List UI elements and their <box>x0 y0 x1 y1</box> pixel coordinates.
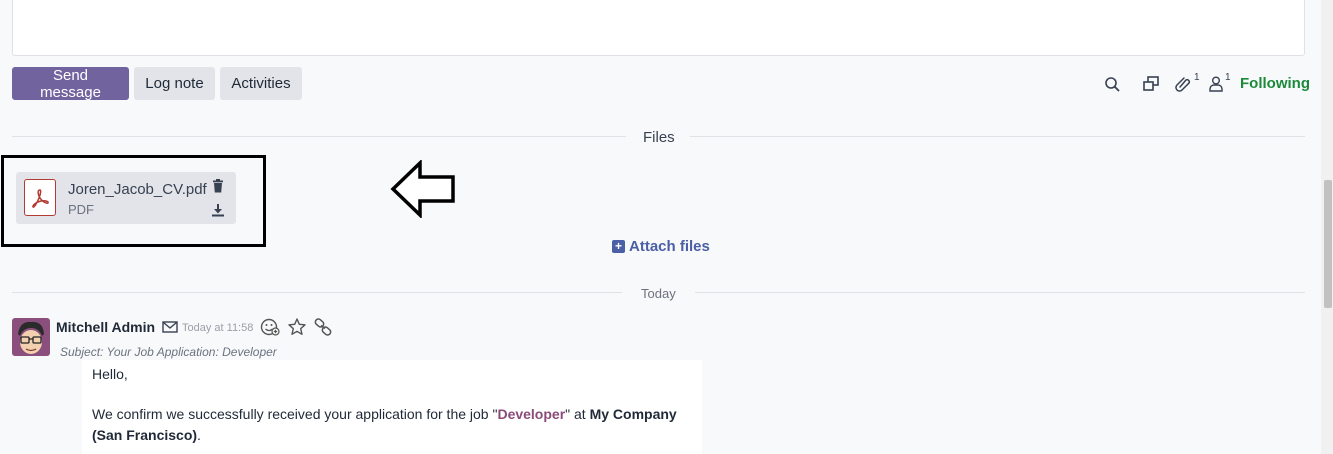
follower-icon[interactable] <box>1205 73 1227 95</box>
date-separator-right <box>695 292 1305 293</box>
date-separator-label: Today <box>641 286 676 301</box>
trash-icon[interactable] <box>210 178 226 194</box>
search-icon[interactable] <box>1101 73 1123 95</box>
paperclip-icon[interactable] <box>1172 73 1194 95</box>
message-author[interactable]: Mitchell Admin <box>56 319 155 335</box>
activities-button[interactable]: Activities <box>220 67 302 100</box>
attachment-card[interactable]: Joren_Jacob_CV.pdf PDF <box>16 172 236 224</box>
message-time: Today at 11:58 <box>182 322 254 334</box>
files-separator-right <box>690 136 1305 137</box>
log-note-button[interactable]: Log note <box>134 67 215 100</box>
following-button[interactable]: Following <box>1240 75 1310 92</box>
attach-files-label: Attach files <box>629 238 710 255</box>
message-text-end: . <box>197 427 201 443</box>
add-reaction-icon[interactable] <box>260 317 280 337</box>
files-separator-left <box>12 136 626 137</box>
message-text-mid: " at <box>565 406 590 422</box>
followers-count: 1 <box>1225 72 1231 83</box>
scrollbar[interactable] <box>1321 0 1333 454</box>
star-icon[interactable] <box>287 317 307 337</box>
date-separator-left <box>12 292 622 293</box>
message-text: We confirm we successfully received your… <box>92 404 692 446</box>
download-icon[interactable] <box>210 202 226 218</box>
attachments-count: 1 <box>1194 72 1200 83</box>
job-link[interactable]: Developer <box>497 406 565 422</box>
message-composer-input[interactable] <box>12 0 1305 56</box>
pdf-file-icon <box>24 179 56 216</box>
send-message-button[interactable]: Send message <box>12 67 129 101</box>
message-text-start: We confirm we successfully received your… <box>92 406 498 422</box>
scrollbar-thumb[interactable] <box>1324 180 1332 308</box>
message-subject: Subject: Your Job Application: Developer <box>60 345 277 359</box>
expand-window-icon[interactable] <box>1140 73 1162 95</box>
message-body: Hello, We confirm we successfully receiv… <box>82 360 702 454</box>
message-greeting: Hello, <box>92 366 128 382</box>
envelope-icon <box>162 320 178 334</box>
avatar[interactable] <box>12 318 50 356</box>
files-section-title: Files <box>643 129 675 146</box>
left-arrow-annotation <box>390 158 456 220</box>
attach-files-button[interactable]: + Attach files <box>612 238 710 255</box>
attachment-name: Joren_Jacob_CV.pdf <box>68 181 207 198</box>
attachment-type: PDF <box>68 202 94 217</box>
link-icon[interactable] <box>313 317 333 337</box>
plus-icon: + <box>612 240 625 253</box>
